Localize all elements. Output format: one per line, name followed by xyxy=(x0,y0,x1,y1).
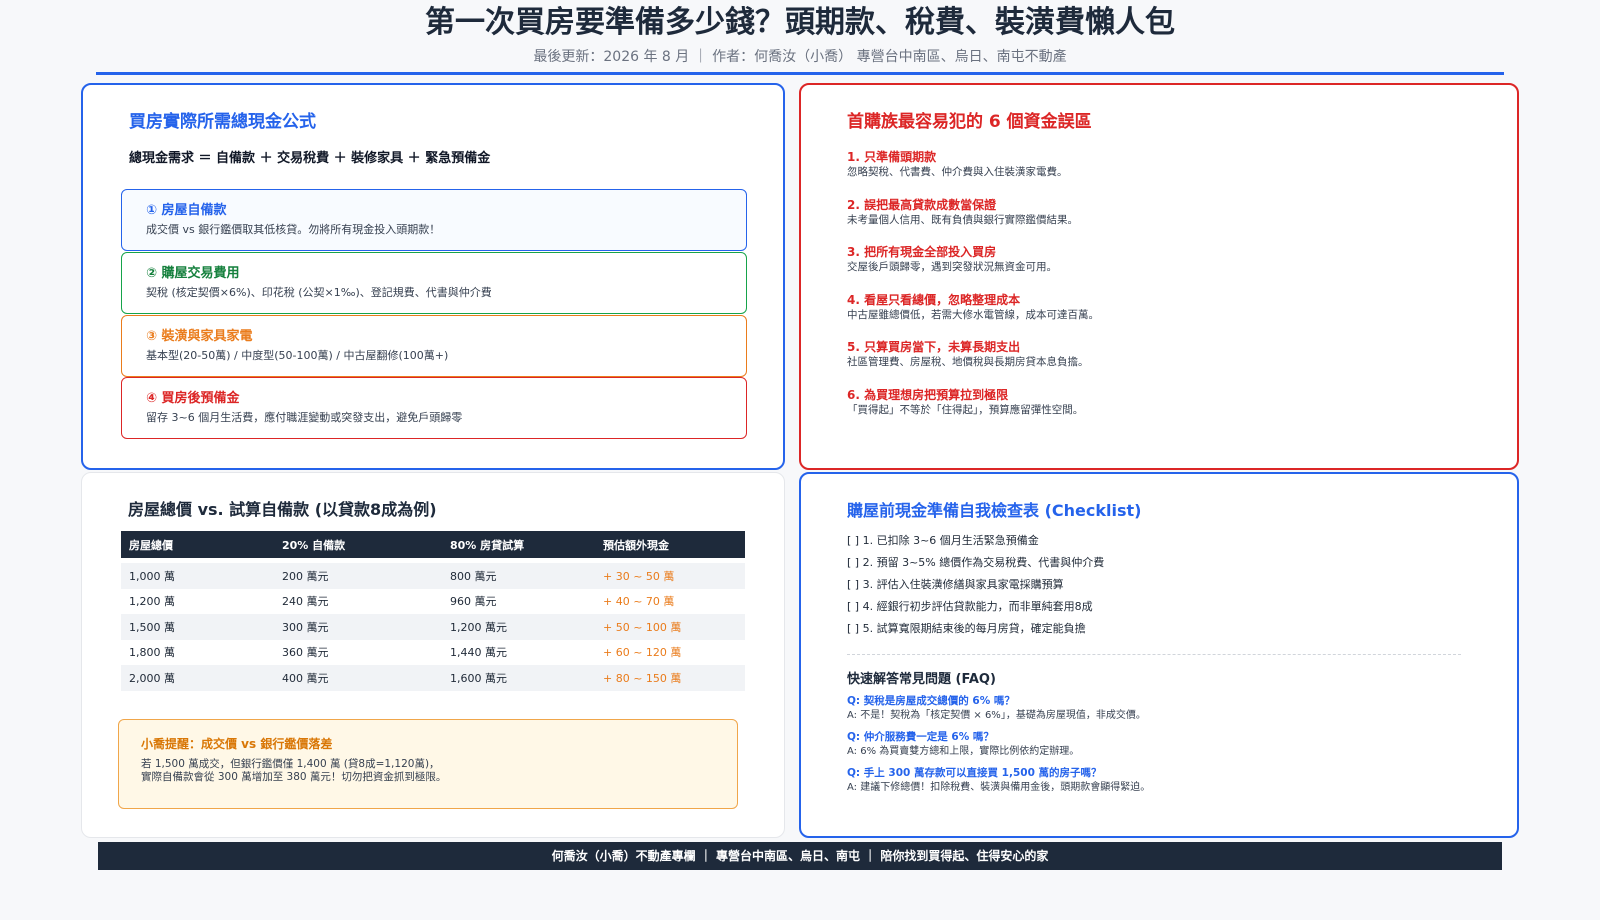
table-cell: + 80 ~ 150 萬 xyxy=(595,665,745,691)
table-cell: 1,800 萬 xyxy=(129,646,175,660)
price-table-card: 房屋總價 vs. 試算自備款 (以貸款8成為例) 房屋總價 20% 自備款 80… xyxy=(81,472,785,838)
page-header: 第一次買房要準備多少錢？頭期款、稅費、裝潢費懶人包 最後更新：2026 年 8 … xyxy=(0,0,1600,66)
faq-heading: 快速解答常見問題 (FAQ) xyxy=(847,672,996,687)
mistake-item: 4. 看屋只看總價，忽略整理成本 中古屋雖總價低，若需大修水電管線，成本可達百萬… xyxy=(847,292,1477,340)
checklist-item: [ ] 4. 經銀行初步評估貸款能力，而非單純套用8成 xyxy=(847,600,1093,613)
mistake-desc: 中古屋雖總價低，若需大修水電管線，成本可達百萬。 xyxy=(847,308,1099,321)
formula-text: 總現金需求 ＝ 自備款 ＋ 交易稅費 ＋ 裝修家具 ＋ 緊急預備金 xyxy=(129,151,491,166)
faq-item: Q: 仲介服務費一定是 6% 嗎？ A: 6% 為買賣雙方總和上限，實際比例依約… xyxy=(847,730,1150,766)
checklist-item: [ ] 2. 預留 3~5% 總價作為交易稅費、代書與仲介費 xyxy=(847,556,1105,569)
mistake-desc: 未考量個人信用、既有負債與銀行實際鑑價結果。 xyxy=(847,213,1078,226)
step-desc: 成交價 vs 銀行鑑價取其低核貸。勿將所有現金投入頭期款！ xyxy=(146,223,441,236)
table-cell: 960 萬元 xyxy=(450,595,497,609)
mistake-item: 1. 只準備頭期款 忽略契稅、代書費、仲介費與入住裝潢家電費。 xyxy=(847,149,1477,197)
step-title: ① 房屋自備款 xyxy=(146,203,227,218)
mistakes-heading: 首購族最容易犯的 6 個資金誤區 xyxy=(847,112,1092,132)
faq-question: Q: 手上 300 萬存款可以直接買 1,500 萬的房子嗎？ xyxy=(847,767,1102,779)
mistake-title: 2. 誤把最高貸款成數當保證 xyxy=(847,197,997,212)
tip-line: 若 1,500 萬成交，但銀行鑑價僅 1,400 萬 (貸8成=1,120萬)， xyxy=(141,758,440,770)
faq-answer: A: 不是！契稅為「核定契價 × 6%」，基礎為房屋現值，非成交價。 xyxy=(847,710,1146,721)
mistake-title: 4. 看屋只看總價，忽略整理成本 xyxy=(847,292,1021,307)
table-header-row: 房屋總價 20% 自備款 80% 房貸試算 預估額外現金 xyxy=(121,531,745,558)
mistake-title: 6. 為買理想房把預算拉到極限 xyxy=(847,387,1009,402)
table-row: 2,000 萬 400 萬元 1,600 萬元 + 80 ~ 150 萬 xyxy=(121,665,745,691)
table-cell: 1,200 萬 xyxy=(129,595,175,609)
formula-heading: 買房實際所需總現金公式 xyxy=(129,112,316,132)
table-cell: 360 萬元 xyxy=(282,646,329,660)
faq-question: Q: 契稅是房屋成交總價的 6% 嗎？ xyxy=(847,695,1015,707)
checklist-item: [ ] 3. 評估入住裝潢修繕與家具家電採購預算 xyxy=(847,578,1064,591)
tip-line: 實際自備款會從 300 萬增加至 380 萬元！切勿把資金抓到極限。 xyxy=(141,771,447,783)
mistake-item: 6. 為買理想房把預算拉到極限 「買得起」不等於「住得起」，預算應留彈性空間。 xyxy=(847,387,1477,435)
mistake-desc: 忽略契稅、代書費、仲介費與入住裝潢家電費。 xyxy=(847,166,1068,178)
faq-answer: A: 建議下修總價！扣除稅費、裝潢與備用金後，頭期款會顯得緊迫。 xyxy=(847,782,1151,793)
faq-item: Q: 手上 300 萬存款可以直接買 1,500 萬的房子嗎？ A: 建議下修總… xyxy=(847,766,1150,802)
checklist: [ ] 1. 已扣除 3~6 個月生活緊急預備金 [ ] 2. 預留 3~5% … xyxy=(847,530,1104,640)
page-title: 第一次買房要準備多少錢？頭期款、稅費、裝潢費懶人包 xyxy=(425,5,1175,40)
step-renovation: ③ 裝潢與家具家電 基本型(20-50萬) / 中度型(50-100萬) / 中… xyxy=(121,315,747,377)
checklist-item: [ ] 1. 已扣除 3~6 個月生活緊急預備金 xyxy=(847,534,1039,547)
mistake-desc: 交屋後戶頭歸零，遇到突發狀況無資金可用。 xyxy=(847,261,1057,274)
mistakes-card: 首購族最容易犯的 6 個資金誤區 1. 只準備頭期款 忽略契稅、代書費、仲介費與… xyxy=(799,83,1519,470)
header-divider xyxy=(96,72,1504,75)
faq-item: Q: 契稅是房屋成交總價的 6% 嗎？ A: 不是！契稅為「核定契價 × 6%」… xyxy=(847,694,1150,730)
dashed-divider xyxy=(847,654,1461,655)
table-cell: + 40 ~ 70 萬 xyxy=(603,595,675,609)
table-cell: 300 萬元 xyxy=(274,614,442,640)
mistake-desc: 社區管理費、房屋稅、地價稅與長期房貸本息負擔。 xyxy=(847,356,1089,369)
mistake-item: 2. 誤把最高貸款成數當保證 未考量個人信用、既有負債與銀行實際鑑價結果。 xyxy=(847,197,1477,245)
table-cell: 200 萬元 xyxy=(274,563,442,589)
mistake-item: 3. 把所有現金全部投入買房 交屋後戶頭歸零，遇到突發狀況無資金可用。 xyxy=(847,244,1477,292)
step-title: ② 購屋交易費用 xyxy=(146,266,240,281)
faq-list: Q: 契稅是房屋成交總價的 6% 嗎？ A: 不是！契稅為「核定契價 × 6%」… xyxy=(847,694,1150,802)
table-row: 1,500 萬 300 萬元 1,200 萬元 + 50 ~ 100 萬 xyxy=(121,614,745,640)
step-desc: 基本型(20-50萬) / 中度型(50-100萬) / 中古屋翻修(100萬+… xyxy=(146,349,449,362)
table-row: 1,800 萬 360 萬元 1,440 萬元 + 60 ~ 120 萬 xyxy=(121,640,745,666)
table-cell: + 50 ~ 100 萬 xyxy=(595,614,745,640)
step-title: ④ 買房後預備金 xyxy=(146,391,240,406)
step-emergency-fund: ④ 買房後預備金 留存 3~6 個月生活費，應付職涯變動或突發支出，避免戶頭歸零 xyxy=(121,377,747,439)
table-cell: + 60 ~ 120 萬 xyxy=(603,646,682,660)
checklist-card: 購屋前現金準備自我檢查表 (Checklist) [ ] 1. 已扣除 3~6 … xyxy=(799,472,1519,838)
checklist-heading: 購屋前現金準備自我檢查表 (Checklist) xyxy=(847,501,1142,520)
step-down-payment: ① 房屋自備款 成交價 vs 銀行鑑價取其低核貸。勿將所有現金投入頭期款！ xyxy=(121,189,747,251)
footer-banner: 何喬汝（小喬）不動產專欄 ｜ 專營台中南區、烏日、南屯 ｜ 陪你找到買得起、住得… xyxy=(98,842,1502,870)
table-cell: 1,440 萬元 xyxy=(450,646,507,660)
column-header: 房屋總價 xyxy=(121,531,274,558)
mistakes-list: 1. 只準備頭期款 忽略契稅、代書費、仲介費與入住裝潢家電費。 2. 誤把最高貸… xyxy=(847,149,1477,435)
table-cell: 1,200 萬元 xyxy=(442,614,595,640)
table-cell: 1,500 萬 xyxy=(121,614,274,640)
table-row: 1,000 萬 200 萬元 800 萬元 + 30 ~ 50 萬 xyxy=(121,563,745,589)
table-row: 1,200 萬 240 萬元 960 萬元 + 40 ~ 70 萬 xyxy=(121,589,745,615)
step-desc: 契稅 (核定契價×6%)、印花稅 (公契×1‰)、登記規費、代書與仲介費 xyxy=(146,286,492,299)
table-cell: + 30 ~ 50 萬 xyxy=(595,563,745,589)
faq-question: Q: 仲介服務費一定是 6% 嗎？ xyxy=(847,731,994,743)
step-desc: 留存 3~6 個月生活費，應付職涯變動或突發支出，避免戶頭歸零 xyxy=(146,411,463,424)
checklist-item: [ ] 5. 試算寬限期結束後的每月房貸，確定能負擔 xyxy=(847,622,1086,635)
column-header: 80% 房貸試算 xyxy=(442,531,595,558)
column-header: 20% 自備款 xyxy=(274,531,442,558)
tip-title: 小喬提醒：成交價 vs 銀行鑑價落差 xyxy=(141,737,333,751)
mistake-item: 5. 只算買房當下，未算長期支出 社區管理費、房屋稅、地價稅與長期房貸本息負擔。 xyxy=(847,339,1477,387)
mistake-title: 3. 把所有現金全部投入買房 xyxy=(847,245,997,260)
mistake-desc: 「買得起」不等於「住得起」，預算應留彈性空間。 xyxy=(847,403,1084,416)
column-header: 預估額外現金 xyxy=(595,531,745,558)
table-cell: 800 萬元 xyxy=(442,563,595,589)
page-subtitle: 最後更新：2026 年 8 月 ｜ 作者：何喬汝（小喬） 專營台中南區、烏日、南… xyxy=(533,49,1067,65)
mistake-title: 1. 只準備頭期款 xyxy=(847,150,937,164)
step-transaction-fees: ② 購屋交易費用 契稅 (核定契價×6%)、印花稅 (公契×1‰)、登記規費、代… xyxy=(121,252,747,314)
table-heading: 房屋總價 vs. 試算自備款 (以貸款8成為例) xyxy=(128,500,437,519)
tip-box: 小喬提醒：成交價 vs 銀行鑑價落差 若 1,500 萬成交，但銀行鑑價僅 1,… xyxy=(118,719,738,809)
table-cell: 400 萬元 xyxy=(274,665,442,691)
table-cell: 1,000 萬 xyxy=(121,563,274,589)
table-cell: 1,600 萬元 xyxy=(442,665,595,691)
mistake-title: 5. 只算買房當下，未算長期支出 xyxy=(847,340,1021,355)
table-cell: 2,000 萬 xyxy=(121,665,274,691)
faq-answer: A: 6% 為買賣雙方總和上限，實際比例依約定辦理。 xyxy=(847,746,1080,757)
price-table: 房屋總價 20% 自備款 80% 房貸試算 預估額外現金 1,000 萬 200… xyxy=(121,531,745,691)
formula-card: 買房實際所需總現金公式 總現金需求 ＝ 自備款 ＋ 交易稅費 ＋ 裝修家具 ＋ … xyxy=(81,83,785,470)
table-cell: 240 萬元 xyxy=(282,595,329,609)
step-title: ③ 裝潢與家具家電 xyxy=(146,329,253,344)
